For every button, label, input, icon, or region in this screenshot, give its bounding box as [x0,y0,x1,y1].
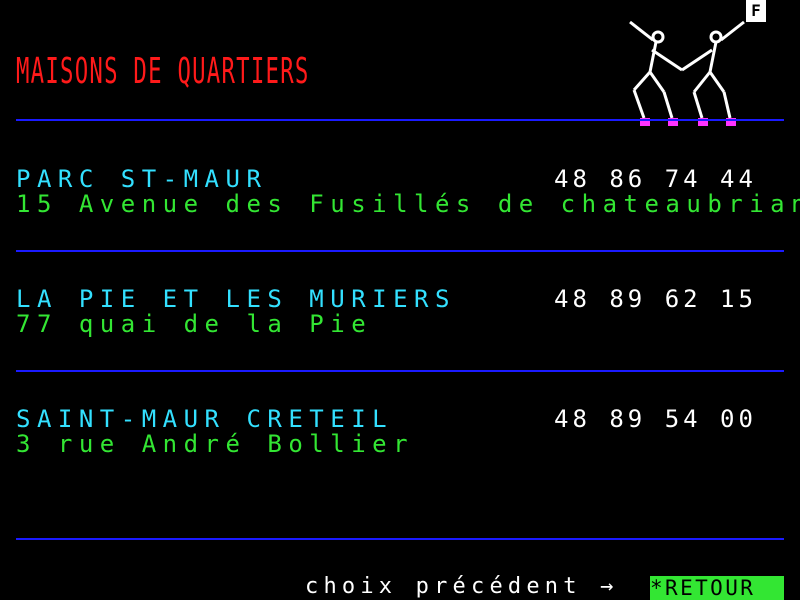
divider [16,250,784,252]
entry-phone: 48 86 74 44 [554,165,757,193]
divider [16,538,784,540]
entry-address: 15 Avenue des Fusillés de chateaubriand [16,190,800,218]
divider [16,370,784,372]
page-title: MAISONS DE QUARTIERS [16,51,310,92]
entry-address: 77 quai de la Pie [16,310,373,338]
entry-name: SAINT-MAUR CRETEIL [16,405,394,433]
divider [16,119,784,121]
previous-choice-prompt: choix précédent → [305,574,619,599]
entry-address: 3 rue André Bollier [16,430,415,458]
entry-name: LA PIE ET LES MURIERS [16,285,456,313]
entry-phone: 48 89 54 00 [554,405,757,433]
retour-button[interactable]: *RETOUR [650,576,784,600]
entry-phone: 48 89 62 15 [554,285,757,313]
page-badge: F [746,0,766,22]
entry-name: PARC ST-MAUR [16,165,268,193]
minitel-screen: MAISONS DE QUARTIERS F PARC ST-MAUR 48 8… [0,0,800,600]
